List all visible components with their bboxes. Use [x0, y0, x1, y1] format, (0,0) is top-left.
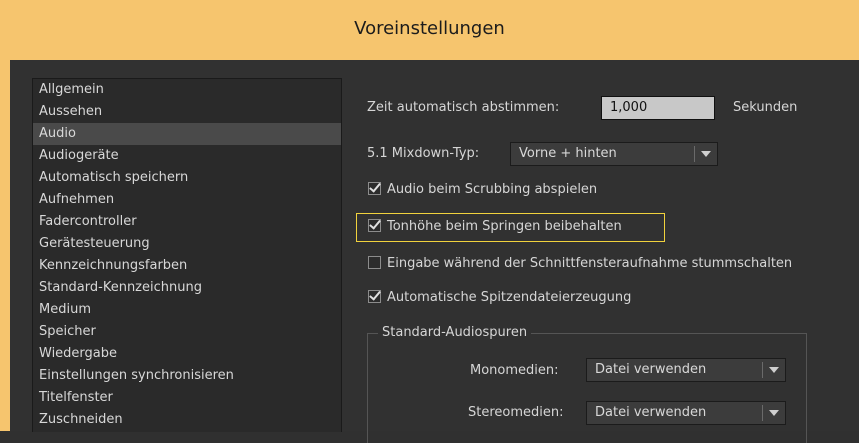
auto-peak-label: Automatische Spitzendateierzeugung [387, 290, 632, 305]
mute-input-label: Eingabe während der Schnittfensteraufnah… [387, 256, 793, 271]
sidebar-item-medium[interactable]: Medium [33, 299, 341, 321]
sidebar-item-standard-kennzeichnung[interactable]: Standard-Kennzeichnung [33, 277, 341, 299]
mute-input-checkbox[interactable] [368, 256, 381, 269]
mixdown-type-label: 5.1 Mixdown-Typ: [367, 146, 480, 161]
sidebar-item-speicher[interactable]: Speicher [33, 321, 341, 343]
dropdown-separator [762, 405, 763, 421]
mixdown-type-dropdown[interactable]: Vorne + hinten [510, 142, 718, 166]
maintain-pitch-label: Tonhöhe beim Springen beibehalten [387, 219, 622, 234]
stereo-media-value: Datei verwenden [595, 405, 707, 420]
mono-media-value: Datei verwenden [595, 362, 707, 377]
dropdown-separator [762, 362, 763, 378]
sidebar-item-titelfenster[interactable]: Titelfenster [33, 387, 341, 409]
sidebar-item-allgemein[interactable]: Allgemein [33, 79, 341, 101]
maintain-pitch-checkbox[interactable] [368, 219, 381, 232]
auto-match-time-input[interactable]: 1,000 [601, 96, 715, 120]
scrub-audio-checkbox[interactable] [368, 182, 381, 195]
preferences-category-list: Allgemein Aussehen Audio Audiogeräte Aut… [32, 78, 342, 432]
auto-peak-checkbox[interactable] [368, 290, 381, 303]
mono-media-dropdown[interactable]: Datei verwenden [586, 358, 786, 382]
mute-input-option[interactable]: Eingabe während der Schnittfensteraufnah… [368, 254, 792, 274]
chevron-down-icon [769, 410, 779, 416]
sidebar-item-kennzeichnungsfarben[interactable]: Kennzeichnungsfarben [33, 255, 341, 277]
sidebar-item-aufnehmen[interactable]: Aufnehmen [33, 189, 341, 211]
mixdown-type-value: Vorne + hinten [519, 146, 617, 161]
sidebar-item-fadercontroller[interactable]: Fadercontroller [33, 211, 341, 233]
sidebar-item-audio[interactable]: Audio [33, 123, 341, 145]
scrub-audio-label: Audio beim Scrubbing abspielen [387, 182, 598, 197]
auto-peak-option[interactable]: Automatische Spitzendateierzeugung [368, 288, 631, 308]
default-audio-tracks-group [367, 333, 807, 443]
sidebar-item-aussehen[interactable]: Aussehen [33, 101, 341, 123]
stereo-media-dropdown[interactable]: Datei verwenden [586, 401, 786, 425]
chevron-down-icon [701, 151, 711, 157]
title-bar: Voreinstellungen [0, 0, 859, 60]
window-title: Voreinstellungen [354, 18, 505, 39]
sidebar-item-wiedergabe[interactable]: Wiedergabe [33, 343, 341, 365]
chevron-down-icon [769, 367, 779, 373]
sidebar-item-audiogeraete[interactable]: Audiogeräte [33, 145, 341, 167]
scrub-audio-option[interactable]: Audio beim Scrubbing abspielen [368, 180, 597, 200]
sidebar-item-automatisch-speichern[interactable]: Automatisch speichern [33, 167, 341, 189]
stereo-media-label: Stereomedien: [468, 405, 564, 420]
window-frame-left [0, 60, 10, 431]
auto-match-unit: Sekunden [733, 100, 798, 115]
sidebar-item-einstellungen-synchronisieren[interactable]: Einstellungen synchronisieren [33, 365, 341, 387]
sidebar-item-geraetesteuerung[interactable]: Gerätesteuerung [33, 233, 341, 255]
auto-match-label: Zeit automatisch abstimmen: [367, 100, 560, 115]
dropdown-separator [694, 146, 695, 162]
sidebar-item-zuschneiden[interactable]: Zuschneiden [33, 409, 341, 431]
default-audio-tracks-title: Standard-Audiospuren [378, 325, 532, 340]
mono-media-label: Monomedien: [470, 363, 559, 378]
maintain-pitch-option[interactable]: Tonhöhe beim Springen beibehalten [368, 217, 622, 237]
